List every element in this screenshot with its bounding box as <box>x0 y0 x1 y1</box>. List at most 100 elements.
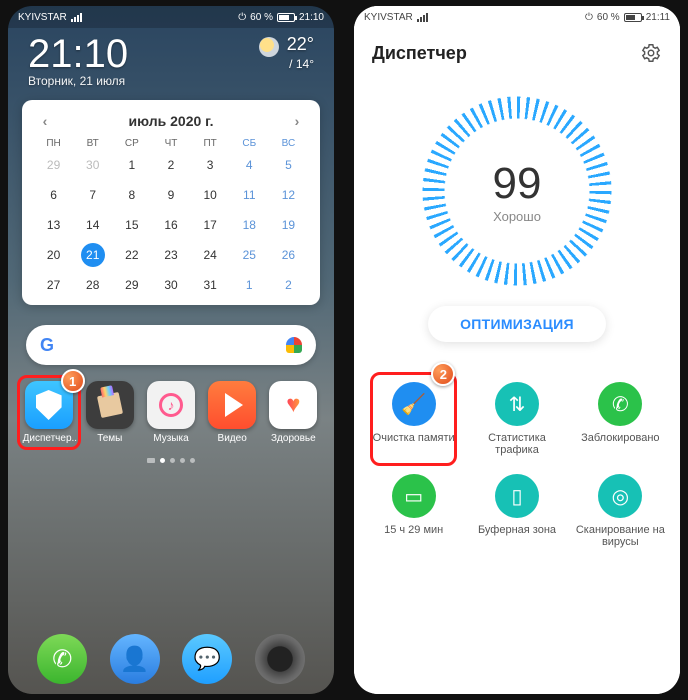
app-health[interactable]: ♥ Здоровье <box>267 381 319 444</box>
cal-day[interactable]: 1 <box>112 153 151 177</box>
tile-label: Статистика трафика <box>469 432 564 456</box>
cal-day[interactable]: 17 <box>191 213 230 237</box>
score-widget: 99 Хорошо ОПТИМИЗАЦИЯ <box>354 78 680 352</box>
cal-day[interactable]: 2 <box>269 273 308 297</box>
home-screen: KYIVSTAR ⏻ 60 % 21:10 21:10 Вторник, 21 … <box>8 6 334 694</box>
cal-day[interactable]: 9 <box>151 183 190 207</box>
tile-label: Буферная зона <box>478 524 556 536</box>
battery-icon <box>624 13 642 22</box>
dock-contacts[interactable]: 👤 <box>110 634 160 684</box>
heart-icon: ♥ <box>286 391 300 419</box>
cal-day[interactable]: 23 <box>151 243 190 267</box>
cal-day[interactable]: 25 <box>230 243 269 267</box>
cal-day[interactable]: 16 <box>151 213 190 237</box>
calendar-widget[interactable]: ‹ июль 2020 г. › ПНВТСРЧТПТСБВС 29301234… <box>22 100 320 305</box>
app-dispatcher[interactable]: Диспетчер... 1 <box>23 381 75 444</box>
tile-traffic[interactable]: ⇅ Статистика трафика <box>467 376 566 462</box>
cal-day[interactable]: 11 <box>230 183 269 207</box>
cal-day[interactable]: 30 <box>73 153 112 177</box>
dock-phone[interactable]: ✆ <box>37 634 87 684</box>
weather-widget[interactable]: 22° / 14° <box>259 34 314 71</box>
cal-title: июль 2020 г. <box>129 113 214 129</box>
cal-day[interactable]: 19 <box>269 213 308 237</box>
cal-day[interactable]: 6 <box>34 183 73 207</box>
optimize-button[interactable]: ОПТИМИЗАЦИЯ <box>428 306 606 342</box>
battery-pct: 60 % <box>250 12 273 23</box>
battery-pct: 60 % <box>597 12 620 23</box>
nfc-icon: ⏻ <box>585 12 593 23</box>
cal-day[interactable]: 20 <box>34 243 73 267</box>
status-time: 21:10 <box>299 12 324 23</box>
cal-weekdays: ПНВТСРЧТПТСБВС <box>34 138 308 149</box>
app-label: Видео <box>218 433 247 444</box>
cal-day[interactable]: 22 <box>112 243 151 267</box>
play-icon <box>225 393 243 417</box>
screentime-icon: ▭ <box>392 474 436 518</box>
score-value: 99 <box>493 159 542 209</box>
weather-lo: / 14° <box>289 57 314 71</box>
tile-blocked[interactable]: ✆ Заблокировано <box>571 376 670 462</box>
virus-scan-icon: ◎ <box>598 474 642 518</box>
clock-time: 21:10 <box>28 34 128 74</box>
cal-day[interactable]: 8 <box>112 183 151 207</box>
phone-blocked-icon: ✆ <box>598 382 642 426</box>
cal-day[interactable]: 18 <box>230 213 269 237</box>
cal-day[interactable]: 1 <box>230 273 269 297</box>
tile-buffer[interactable]: ▯ Буферная зона <box>467 468 566 554</box>
page-title: Диспетчер <box>372 43 467 64</box>
app-themes[interactable]: Темы <box>84 381 136 444</box>
tiles-grid: 🧹 Очистка памяти 2 ⇅ Статистика трафика … <box>354 352 680 578</box>
cal-next-button[interactable]: › <box>286 110 308 132</box>
cal-day[interactable]: 26 <box>269 243 308 267</box>
app-video[interactable]: Видео <box>206 381 258 444</box>
cal-day[interactable]: 24 <box>191 243 230 267</box>
tile-screentime[interactable]: ▭ 15 ч 29 мин <box>364 468 463 554</box>
google-search-bar[interactable]: G <box>26 325 316 365</box>
cal-prev-button[interactable]: ‹ <box>34 110 56 132</box>
cal-day[interactable]: 3 <box>191 153 230 177</box>
dispatcher-screen: KYIVSTAR ⏻ 60 % 21:11 Диспетчер 99 Хорош… <box>354 6 680 694</box>
signal-icon <box>71 13 82 22</box>
app-label: Темы <box>97 433 122 444</box>
status-bar: KYIVSTAR ⏻ 60 % 21:11 <box>354 6 680 28</box>
cal-day[interactable]: 15 <box>112 213 151 237</box>
cal-day[interactable]: 30 <box>151 273 190 297</box>
cal-day[interactable]: 13 <box>34 213 73 237</box>
cal-day[interactable]: 28 <box>73 273 112 297</box>
callout-2 <box>370 372 457 466</box>
app-music[interactable]: Музыка <box>145 381 197 444</box>
nfc-icon: ⏻ <box>238 12 246 23</box>
cal-day[interactable]: 14 <box>73 213 112 237</box>
dock-messages[interactable]: 💬 <box>182 634 232 684</box>
tile-virus[interactable]: ◎ Сканирование на вирусы <box>571 468 670 554</box>
cal-day[interactable]: 27 <box>34 273 73 297</box>
clock-date: Вторник, 21 июля <box>28 74 128 88</box>
tile-cleanup[interactable]: 🧹 Очистка памяти 2 <box>364 376 463 462</box>
dock: ✆ 👤 💬 <box>8 634 334 684</box>
app-label: Здоровье <box>271 433 316 444</box>
page-indicator <box>8 458 334 463</box>
brush-icon <box>97 392 123 418</box>
cal-day[interactable]: 29 <box>34 153 73 177</box>
cal-day[interactable]: 4 <box>230 153 269 177</box>
cal-day[interactable]: 31 <box>191 273 230 297</box>
carrier-label: KYIVSTAR <box>364 12 413 23</box>
cal-day[interactable]: 2 <box>151 153 190 177</box>
tile-label: Заблокировано <box>581 432 659 444</box>
carrier-label: KYIVSTAR <box>18 12 67 23</box>
traffic-icon: ⇅ <box>495 382 539 426</box>
dock-camera[interactable] <box>255 634 305 684</box>
cal-day[interactable]: 10 <box>191 183 230 207</box>
app-row: Диспетчер... 1 Темы Музыка Видео ♥ Здоро… <box>8 375 334 450</box>
cal-day[interactable]: 29 <box>112 273 151 297</box>
cal-day[interactable]: 21 <box>81 243 105 267</box>
cal-day[interactable]: 5 <box>269 153 308 177</box>
status-bar: KYIVSTAR ⏻ 60 % 21:10 <box>8 6 334 28</box>
mic-icon[interactable] <box>286 337 302 353</box>
gear-icon[interactable] <box>640 42 662 64</box>
battery-icon <box>277 13 295 22</box>
cal-day[interactable]: 12 <box>269 183 308 207</box>
app-label: Музыка <box>153 433 188 444</box>
cal-day[interactable]: 7 <box>73 183 112 207</box>
callout-badge-1: 1 <box>61 369 85 393</box>
